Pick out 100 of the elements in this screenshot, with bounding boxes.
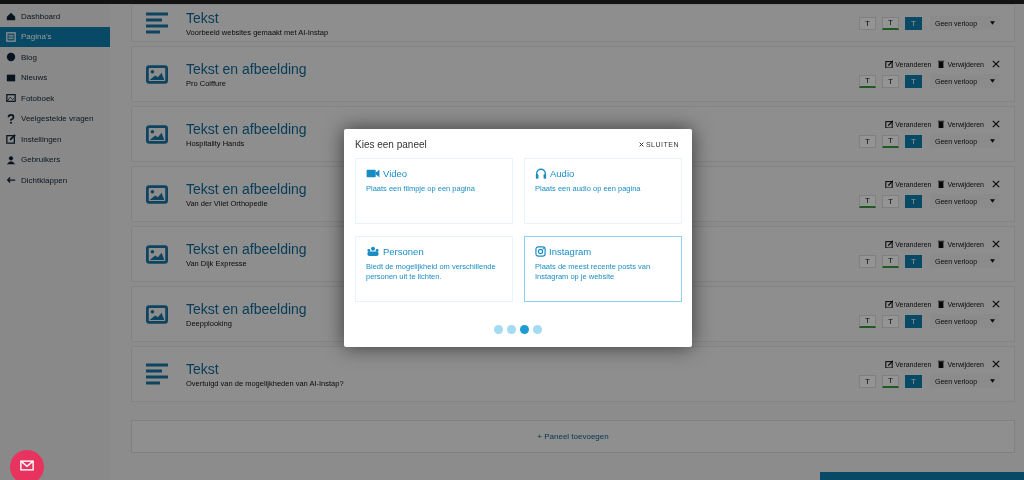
text-position-button[interactable]: T: [859, 254, 876, 268]
option-title: Video: [383, 168, 408, 179]
panel-title: Tekst: [186, 360, 219, 377]
edit-icon: [885, 300, 894, 308]
arrow-left-icon: [6, 175, 16, 186]
text-position-button[interactable]: T: [882, 374, 899, 388]
sidebar-item[interactable]: Nieuws: [0, 67, 110, 88]
text-lines-icon: [146, 12, 168, 34]
panel-title: Tekst en afbeelding: [186, 60, 307, 77]
trash-icon: [937, 120, 946, 128]
text-position-button[interactable]: T: [882, 254, 899, 268]
edit-icon: [885, 240, 894, 248]
trash-icon: [937, 360, 946, 368]
picture-icon: [6, 93, 16, 104]
text-position-button[interactable]: T: [882, 134, 899, 148]
text-position-button[interactable]: T: [859, 74, 876, 88]
text-position-button[interactable]: T: [859, 374, 876, 388]
panel-title: Tekst en afbeelding: [186, 300, 307, 317]
text-position-button[interactable]: T: [859, 314, 876, 328]
sidebar-item[interactable]: Dashboard: [0, 6, 110, 27]
page-dot[interactable]: [533, 325, 542, 334]
edit-icon: [885, 180, 894, 188]
text-lines-icon: [146, 363, 168, 385]
edit-icon: [885, 120, 894, 128]
option-title: Personen: [383, 246, 424, 257]
option-title: Instagram: [549, 246, 592, 257]
edit-icon: [885, 360, 894, 368]
text-position-button[interactable]: T: [905, 134, 922, 148]
remove-button[interactable]: [992, 120, 1000, 128]
sidebar-item[interactable]: Instellingen: [0, 129, 110, 150]
trash-icon: [937, 60, 946, 68]
panel-title: Tekst: [186, 9, 219, 26]
image-icon: [146, 244, 168, 264]
caret-icon: [990, 379, 995, 383]
text-position-button[interactable]: T: [882, 194, 899, 208]
page-dot[interactable]: [494, 325, 503, 334]
text-position-button[interactable]: T: [859, 134, 876, 148]
image-icon: [146, 304, 168, 324]
text-position-button[interactable]: T: [882, 16, 899, 30]
camera-outline-icon: [535, 246, 546, 257]
text-position-button[interactable]: T: [882, 314, 899, 328]
text-position-button[interactable]: T: [859, 194, 876, 208]
close-icon: [992, 120, 1000, 128]
text-position-button[interactable]: T: [882, 74, 899, 88]
remove-button[interactable]: [992, 240, 1000, 248]
edit-icon: [6, 134, 16, 145]
image-icon: [146, 64, 168, 84]
page-dot[interactable]: [520, 325, 529, 334]
sidebar-item[interactable]: Fotoboek: [0, 88, 110, 109]
caret-icon: [990, 199, 995, 203]
add-panel-button[interactable]: + Paneel toevoegen: [131, 420, 1015, 453]
page-icon: [6, 31, 16, 42]
trash-icon: [937, 300, 946, 308]
globe-icon: [6, 52, 16, 63]
caret-icon: [990, 79, 995, 83]
image-icon: [146, 184, 168, 204]
close-icon: [992, 60, 1000, 68]
question-icon: [6, 113, 16, 124]
panel-title: Tekst en afbeelding: [186, 120, 307, 137]
caret-icon: [990, 259, 995, 263]
sidebar-item[interactable]: Blog: [0, 47, 110, 68]
edit-icon: [885, 60, 894, 68]
dialog-title: Kies een paneel: [355, 139, 427, 150]
envelope-icon: [6, 72, 16, 83]
close-icon: [992, 360, 1000, 368]
video-camera-icon: [366, 168, 380, 179]
caret-icon: [990, 319, 995, 323]
sidebar-item[interactable]: Dichtklappen: [0, 170, 110, 191]
sidebar-item[interactable]: Gebruikers: [0, 149, 110, 170]
close-icon: [992, 240, 1000, 248]
option-title: Audio: [550, 168, 575, 179]
text-position-button[interactable]: T: [905, 194, 922, 208]
trash-icon: [937, 180, 946, 188]
image-icon: [146, 124, 168, 144]
users-icon: [366, 246, 380, 257]
users-icon: [6, 154, 16, 165]
sidebar-item[interactable]: Veelgestelde vragen: [0, 108, 110, 129]
sidebar-item[interactable]: Pagina's: [0, 26, 110, 47]
caret-icon: [990, 139, 995, 143]
close-icon: [992, 300, 1000, 308]
text-position-button[interactable]: T: [905, 16, 922, 30]
envelope-icon: [20, 459, 34, 471]
headphones-icon: [535, 168, 547, 179]
remove-button[interactable]: [992, 180, 1000, 188]
text-position-button[interactable]: T: [905, 254, 922, 268]
text-position-button[interactable]: T: [905, 314, 922, 328]
close-icon: [638, 142, 644, 147]
remove-button[interactable]: [992, 300, 1000, 308]
panel-title: Tekst en afbeelding: [186, 240, 307, 257]
panel-title: Tekst en afbeelding: [186, 180, 307, 197]
text-position-button[interactable]: T: [859, 16, 876, 30]
close-icon: [992, 180, 1000, 188]
text-position-button[interactable]: T: [905, 74, 922, 88]
caret-icon: [990, 21, 995, 25]
home-icon: [6, 11, 16, 22]
remove-button[interactable]: [992, 60, 1000, 68]
trash-icon: [937, 240, 946, 248]
remove-button[interactable]: [992, 360, 1000, 368]
text-position-button[interactable]: T: [905, 374, 922, 388]
page-dot[interactable]: [507, 325, 516, 334]
